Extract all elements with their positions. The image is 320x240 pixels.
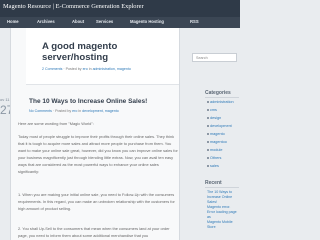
category-label: development	[210, 124, 232, 128]
recent-heading: Recent	[205, 180, 222, 186]
category-item[interactable]: cms	[207, 108, 217, 112]
category-label: sales	[210, 164, 219, 168]
category-item[interactable]: sales	[207, 164, 219, 168]
bullet-icon	[207, 117, 209, 119]
category-item[interactable]: module	[207, 148, 222, 152]
bullet-icon	[207, 157, 209, 159]
category-label: design	[210, 116, 222, 120]
bullet-icon	[207, 101, 209, 103]
main-nav: Home Archives About Services Magento Hos…	[0, 17, 240, 28]
bullet-icon	[207, 165, 209, 167]
bullet-icon	[207, 133, 209, 135]
category-item[interactable]: magentoo	[207, 140, 227, 144]
search-input[interactable]: Search	[192, 53, 237, 62]
featured-category-link[interactable]: administration, magento	[93, 67, 131, 71]
bullet-icon	[207, 109, 209, 111]
post-comments-link[interactable]: No Comments	[29, 109, 52, 113]
recent-post-link[interactable]: Magento error. Error loading page as	[207, 205, 239, 220]
site-header: Magento Resource | E-Commerce Generation…	[0, 0, 240, 17]
category-label: magentoo	[210, 140, 227, 144]
category-label: cms	[210, 108, 217, 112]
post-title[interactable]: The 10 Ways to Increase Online Sales!	[29, 98, 147, 105]
category-item[interactable]: development	[207, 124, 232, 128]
main-content: A good magento server/hosting 2 Comments…	[10, 28, 180, 240]
recent-post-link[interactable]: The 10 Ways to Increase Online Sales!	[207, 190, 239, 205]
nav-rss[interactable]: RSS	[190, 19, 199, 24]
post-category-link[interactable]: development, magento	[82, 109, 119, 113]
site-title[interactable]: Magento Resource | E-Commerce Generation…	[3, 3, 144, 10]
featured-post-meta: 2 Comments · Posted by ero in administra…	[42, 67, 131, 71]
nav-services[interactable]: Services	[96, 19, 113, 24]
post-paragraph: 2. You shall Up-Sell to the consumers th…	[18, 226, 170, 238]
nav-archives[interactable]: Archives	[37, 19, 55, 24]
category-item[interactable]: magento	[207, 132, 225, 136]
category-label: magento	[210, 132, 225, 136]
post-paragraph: 1. When you are making your initial onli…	[18, 192, 175, 211]
category-item[interactable]: administration	[207, 100, 234, 104]
divider	[205, 97, 239, 98]
sidebar: Search Categories administration cms des…	[181, 28, 240, 240]
categories-heading: Categories	[205, 90, 231, 96]
meta-text: · Posted by	[62, 67, 83, 71]
category-item[interactable]: design	[207, 116, 221, 120]
nav-home[interactable]: Home	[7, 19, 19, 24]
featured-post-title[interactable]: A good magento server/hosting	[42, 41, 177, 63]
nav-about[interactable]: About	[72, 19, 84, 24]
divider	[205, 187, 239, 188]
post-meta: No Comments · Posted by ero in developme…	[29, 109, 119, 113]
meta-text: · Posted by	[51, 109, 73, 113]
featured-post: A good magento server/hosting 2 Comments…	[26, 28, 179, 85]
bullet-icon	[207, 149, 209, 151]
post-date-month: ov 11	[0, 97, 10, 102]
category-item[interactable]: Others	[207, 156, 221, 160]
bullet-icon	[207, 141, 209, 143]
bullet-icon	[207, 125, 209, 127]
category-label: Others	[210, 156, 222, 160]
nav-magento-hosting[interactable]: Magento Hosting	[130, 19, 164, 24]
featured-comments-link[interactable]: 2 Comments	[42, 67, 62, 71]
post-paragraph: Here are some wording from "Magic World"…	[18, 121, 94, 126]
recent-post-link[interactable]: Magento Mobile Store	[207, 220, 239, 230]
post-paragraph: Today most of people struggle to improve…	[18, 134, 178, 174]
category-label: module	[210, 148, 223, 152]
category-label: administration	[210, 100, 234, 104]
